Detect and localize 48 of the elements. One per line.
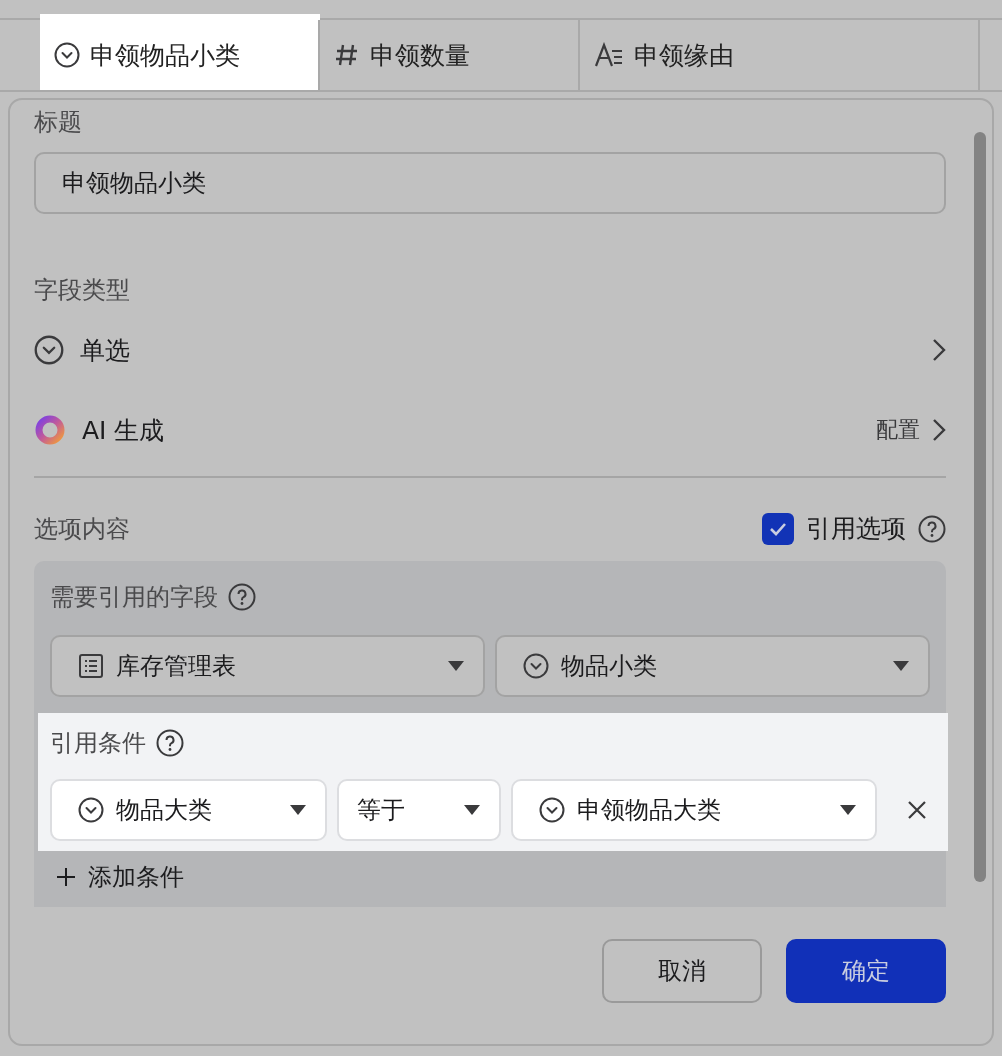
title-label: 标题 xyxy=(34,107,83,138)
cancel-button[interactable]: 取消 xyxy=(602,939,762,1003)
column-header[interactable]: 申领缘由 xyxy=(580,20,980,90)
field-type-label: 字段类型 xyxy=(34,275,131,306)
field-type-row[interactable]: 单选 xyxy=(34,320,946,380)
add-condition-button[interactable]: 添加条件 xyxy=(34,851,946,907)
check-icon xyxy=(769,521,787,536)
confirm-button[interactable]: 确定 xyxy=(786,939,946,1003)
operator-select[interactable]: 等于 xyxy=(337,779,501,841)
help-icon[interactable] xyxy=(156,729,184,757)
field-type-value: 单选 xyxy=(80,334,130,367)
table-select[interactable]: 库存管理表 xyxy=(50,635,485,697)
ai-ring-icon xyxy=(34,414,66,446)
condition-field-select[interactable]: 物品大类 xyxy=(50,779,327,841)
caret-down-icon xyxy=(463,804,481,816)
caret-down-icon xyxy=(447,660,465,672)
close-icon[interactable] xyxy=(907,800,927,820)
caret-down-icon xyxy=(289,804,307,816)
chevron-right-icon xyxy=(932,338,946,362)
dropdown-circle-icon xyxy=(34,335,64,365)
plus-icon xyxy=(56,867,76,887)
ai-generate-label: AI 生成 xyxy=(82,414,165,447)
text-type-icon xyxy=(594,42,624,68)
hash-icon xyxy=(334,42,360,68)
configure-link[interactable]: 配置 xyxy=(876,415,946,445)
field-select[interactable]: 物品小类 xyxy=(495,635,930,697)
scrollbar[interactable] xyxy=(974,132,986,882)
chevron-right-icon xyxy=(932,418,946,442)
dropdown-circle-icon xyxy=(78,797,104,823)
options-label: 选项内容 xyxy=(34,513,130,545)
column-title: 申领物品小类 xyxy=(90,39,240,72)
reference-option-label: 引用选项 xyxy=(806,513,906,545)
caret-down-icon xyxy=(892,660,910,672)
dropdown-circle-icon xyxy=(539,797,565,823)
column-title: 申领数量 xyxy=(370,39,470,72)
condition-value-select[interactable]: 申领物品大类 xyxy=(511,779,877,841)
dropdown-circle-icon xyxy=(54,42,80,68)
help-icon[interactable] xyxy=(918,514,946,543)
dropdown-circle-icon xyxy=(523,653,549,679)
conditions-label: 引用条件 xyxy=(50,728,146,759)
reference-checkbox[interactable] xyxy=(762,512,794,545)
column-header[interactable]: 申领数量 xyxy=(320,20,580,90)
column-title: 申领缘由 xyxy=(634,39,734,72)
reference-field-label: 需要引用的字段 xyxy=(50,582,218,613)
caret-down-icon xyxy=(839,804,857,816)
table-icon xyxy=(78,653,104,679)
help-icon[interactable] xyxy=(228,583,256,611)
title-field[interactable]: 申领物品小类 xyxy=(34,152,946,214)
